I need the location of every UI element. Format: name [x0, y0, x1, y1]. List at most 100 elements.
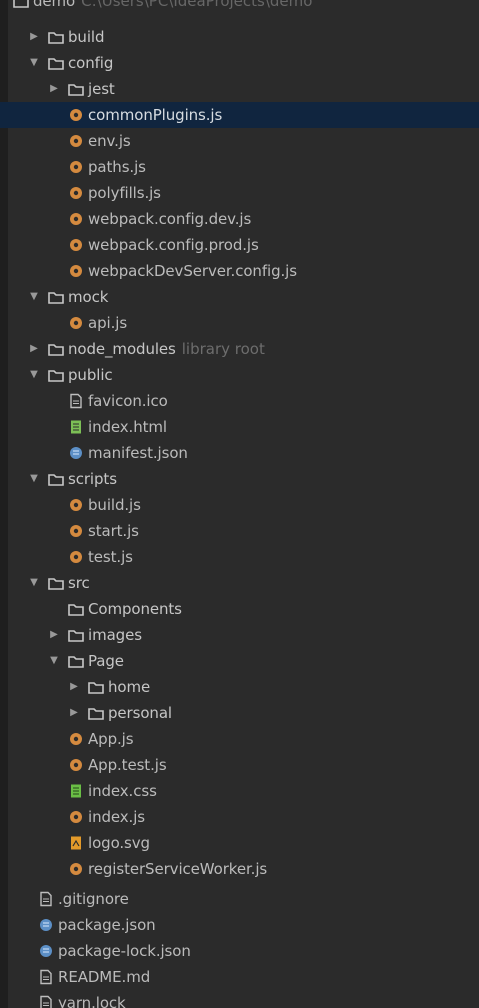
file-label-index-js: index.js	[88, 808, 145, 826]
folder-icon	[47, 367, 65, 383]
tree-row-node-modules[interactable]: ▶ node_modules library root	[0, 336, 479, 362]
folder-icon	[47, 575, 65, 591]
javascript-file-icon	[67, 211, 85, 227]
javascript-file-icon	[67, 263, 85, 279]
file-label-paths-js: paths.js	[88, 158, 146, 176]
tree-row-yarn-lock[interactable]: yarn.lock	[0, 990, 479, 1008]
tree-row-start-js[interactable]: start.js	[0, 518, 479, 544]
folder-label-scripts: scripts	[68, 470, 117, 488]
javascript-file-icon	[67, 315, 85, 331]
file-label-test-js: test.js	[88, 548, 133, 566]
file-label-webpack-config-dev-js: webpack.config.dev.js	[88, 210, 252, 228]
file-label-webpack-config-prod-js: webpack.config.prod.js	[88, 236, 259, 254]
tree-row-polyfills-js[interactable]: polyfills.js	[0, 180, 479, 206]
folder-icon	[67, 627, 85, 643]
tree-row-api-js[interactable]: api.js	[0, 310, 479, 336]
folder-label-public: public	[68, 366, 113, 384]
tree-row-paths-js[interactable]: paths.js	[0, 154, 479, 180]
javascript-file-icon	[67, 237, 85, 253]
generic-file-icon	[37, 969, 55, 985]
css-file-icon	[67, 783, 85, 799]
file-label-commonplugins-js: commonPlugins.js	[88, 106, 223, 124]
tree-row-jest[interactable]: ▶ jest	[0, 76, 479, 102]
folder-label-home: home	[108, 678, 151, 696]
folder-label-components: Components	[88, 600, 182, 618]
project-file-tree: demo C:\Users\PC\IdeaProjects\demo ▶ bui…	[0, 0, 479, 1008]
tree-row-personal[interactable]: ▶ personal	[0, 700, 479, 726]
tree-row-registerserviceworker-js[interactable]: registerServiceWorker.js	[0, 856, 479, 882]
javascript-file-icon	[67, 861, 85, 877]
expand-arrow-icon[interactable]: ▶	[67, 680, 81, 694]
javascript-file-icon	[67, 757, 85, 773]
generic-file-icon	[37, 891, 55, 907]
project-root-path: C:\Users\PC\IdeaProjects\demo	[81, 0, 313, 10]
folder-label-jest: jest	[88, 80, 115, 98]
tree-row-home[interactable]: ▶ home	[0, 674, 479, 700]
json-file-icon	[67, 445, 85, 461]
tree-row-app-test-js[interactable]: App.test.js	[0, 752, 479, 778]
tree-row-package-json[interactable]: package.json	[0, 912, 479, 938]
folder-icon	[67, 653, 85, 669]
library-root-badge: library root	[181, 340, 265, 358]
folder-label-mock: mock	[68, 288, 109, 306]
tree-row-scripts[interactable]: ▼ scripts	[0, 466, 479, 492]
tree-row-webpack-config-prod-js[interactable]: webpack.config.prod.js	[0, 232, 479, 258]
tree-row-src[interactable]: ▼ src	[0, 570, 479, 596]
tree-row-mock[interactable]: ▼ mock	[0, 284, 479, 310]
tree-row-manifest-json[interactable]: manifest.json	[0, 440, 479, 466]
collapse-arrow-icon[interactable]: ▼	[27, 56, 41, 70]
folder-icon	[47, 289, 65, 305]
folder-icon	[87, 705, 105, 721]
tree-row-page[interactable]: ▼ Page	[0, 648, 479, 674]
tree-row-index-html[interactable]: index.html	[0, 414, 479, 440]
tree-row-webpack-config-dev-js[interactable]: webpack.config.dev.js	[0, 206, 479, 232]
file-label-yarn-lock: yarn.lock	[58, 994, 126, 1008]
expand-arrow-icon[interactable]: ▶	[27, 342, 41, 356]
tree-row-components[interactable]: Components	[0, 596, 479, 622]
tree-row-build[interactable]: ▶ build	[0, 24, 479, 50]
folder-icon	[47, 29, 65, 45]
tree-row-images[interactable]: ▶ images	[0, 622, 479, 648]
folder-icon	[47, 55, 65, 71]
folder-icon	[87, 679, 105, 695]
generic-file-icon	[67, 393, 85, 409]
collapse-arrow-icon[interactable]: ▼	[27, 290, 41, 304]
file-label-start-js: start.js	[88, 522, 139, 540]
tree-row-build-js[interactable]: build.js	[0, 492, 479, 518]
tree-row-app-js[interactable]: App.js	[0, 726, 479, 752]
collapse-arrow-icon[interactable]: ▼	[27, 472, 41, 486]
tree-row-index-css[interactable]: index.css	[0, 778, 479, 804]
tree-row-test-js[interactable]: test.js	[0, 544, 479, 570]
tree-row-webpackdevserver-config-js[interactable]: webpackDevServer.config.js	[0, 258, 479, 284]
tree-row-favicon-ico[interactable]: favicon.ico	[0, 388, 479, 414]
project-root-label: demo	[33, 0, 76, 10]
tree-row-readme-md[interactable]: README.md	[0, 964, 479, 990]
collapse-arrow-icon[interactable]: ▼	[27, 576, 41, 590]
tree-row-commonplugins-js[interactable]: commonPlugins.js	[0, 102, 479, 128]
collapse-arrow-icon[interactable]: ▼	[47, 654, 61, 668]
tree-row-gitignore[interactable]: .gitignore	[0, 886, 479, 912]
tree-row-logo-svg[interactable]: logo.svg	[0, 830, 479, 856]
tree-row-package-lock-json[interactable]: package-lock.json	[0, 938, 479, 964]
javascript-file-icon	[67, 549, 85, 565]
javascript-file-icon	[67, 731, 85, 747]
javascript-file-icon	[67, 107, 85, 123]
folder-label-src: src	[68, 574, 90, 592]
expand-arrow-icon[interactable]: ▶	[67, 706, 81, 720]
expand-arrow-icon[interactable]: ▶	[47, 82, 61, 96]
tree-row-env-js[interactable]: env.js	[0, 128, 479, 154]
folder-icon	[12, 0, 30, 9]
folder-label-page: Page	[88, 652, 124, 670]
folder-icon	[67, 81, 85, 97]
file-label-index-css: index.css	[88, 782, 157, 800]
tree-row-public[interactable]: ▼ public	[0, 362, 479, 388]
tree-row-project-root[interactable]: demo C:\Users\PC\IdeaProjects\demo	[12, 0, 479, 12]
folder-label-config: config	[68, 54, 114, 72]
expand-arrow-icon[interactable]: ▶	[47, 628, 61, 642]
expand-arrow-icon[interactable]: ▶	[27, 30, 41, 44]
file-label-api-js: api.js	[88, 314, 128, 332]
collapse-arrow-icon[interactable]: ▼	[27, 368, 41, 382]
file-label-webpackdevserver-config-js: webpackDevServer.config.js	[88, 262, 297, 280]
tree-row-index-js[interactable]: index.js	[0, 804, 479, 830]
tree-row-config[interactable]: ▼ config	[0, 50, 479, 76]
